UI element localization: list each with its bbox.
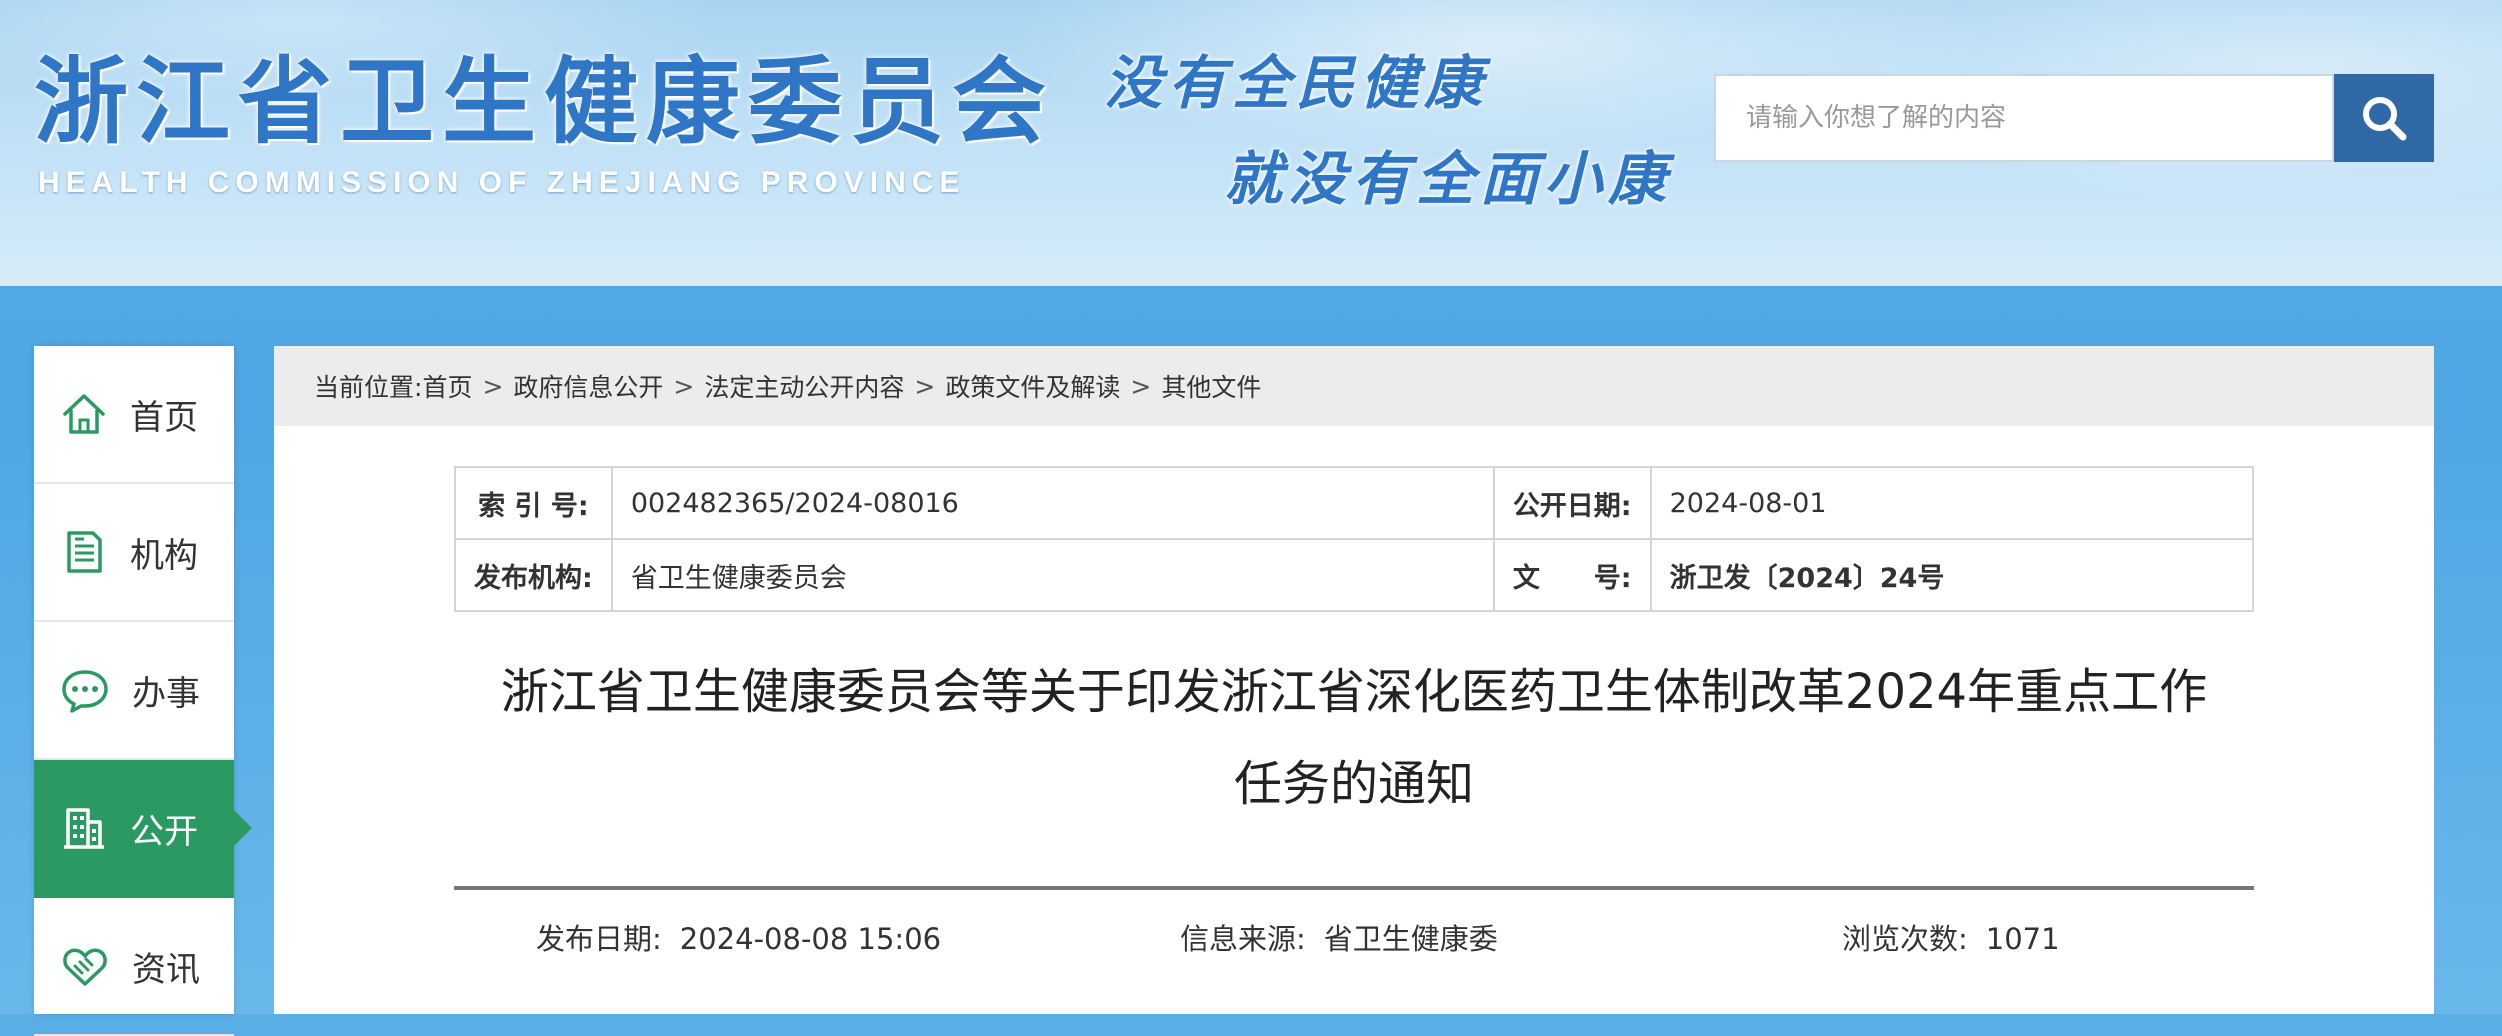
title-divider [454,886,2254,890]
sidebar-item-news[interactable]: 资讯 [34,898,234,1036]
search-box [1714,74,2334,162]
handshake-icon [63,948,107,986]
publish-date-info-label: 发布日期: [536,922,662,956]
publish-info: 发布日期: 2024-08-08 15:06 [536,916,941,958]
breadcrumb-item-home[interactable]: 首页 [422,368,472,404]
source-info: 信息来源: 省卫生健康委 [1180,916,1498,958]
search-input[interactable] [1716,76,2332,160]
breadcrumb-separator: > [1130,371,1152,401]
slogan-line-2: 就没有全面小康 [1224,145,1673,213]
index-number-label: 索 引 号: [454,466,613,540]
index-number-value: 002482365/2024-08016 [610,466,1495,540]
breadcrumb-item-policy[interactable]: 政策文件及解读 [945,368,1120,404]
site-subtitle: HEALTH COMMISSION OF ZHEJIANG PROVINCE [38,166,966,199]
breadcrumb-separator: > [673,371,695,401]
breadcrumb-separator: > [482,371,504,401]
sidebar: 首页 机构 办事 公开 资讯 [34,346,252,1036]
sidebar-item-label: 资讯 [132,949,200,990]
search-button[interactable] [2334,74,2434,162]
source-label: 信息来源: [1180,922,1306,956]
site-header: 浙江省卫生健康委员会 HEALTH COMMISSION OF ZHEJIANG… [0,0,2502,286]
home-icon [63,394,105,434]
main-content: 当前位置: 首页 > 政府信息公开 > 法定主动公开内容 > 政策文件及解读 >… [274,346,2434,1014]
sidebar-item-public[interactable]: 公开 [34,760,252,898]
source-value: 省卫生健康委 [1323,922,1498,956]
meta-row: 发布机构: 省卫生健康委员会 文 号: 浙卫发〔2024〕24号 [454,538,2255,612]
publish-date-value: 2024-08-01 [1649,466,2255,540]
breadcrumb-prefix: 当前位置: [314,373,423,402]
document-title-line-1: 浙江省卫生健康委员会等关于印发浙江省深化医药卫生体制改革2024年重点工作 [500,664,2208,720]
chat-icon [62,670,108,713]
issuing-org-label: 发布机构: [454,538,613,612]
breadcrumb-separator: > [914,371,936,401]
sidebar-item-label: 首页 [130,397,198,438]
views-label: 浏览次数: [1842,922,1968,956]
breadcrumb-item-statutory[interactable]: 法定主动公开内容 [704,368,904,404]
search-icon [2363,97,2407,141]
issuing-org-value: 省卫生健康委员会 [610,538,1495,612]
sidebar-item-label: 机构 [130,535,198,576]
document-title-line-2: 任务的通知 [1233,756,1474,812]
site-title[interactable]: 浙江省卫生健康委员会 [34,26,1054,162]
publish-date-label: 公开日期: [1492,466,1652,540]
breadcrumb-item-gov-info[interactable]: 政府信息公开 [513,368,663,404]
document-number-value: 浙卫发〔2024〕24号 [1649,538,2255,612]
sidebar-item-label: 公开 [130,811,198,852]
document-meta-table: 索 引 号: 002482365/2024-08016 公开日期: 2024-0… [454,466,2255,612]
document-title: 浙江省卫生健康委员会等关于印发浙江省深化医药卫生体制改革2024年重点工作 任务… [454,646,2254,830]
breadcrumb-item-other[interactable]: 其他文件 [1161,368,1261,404]
meta-row: 索 引 号: 002482365/2024-08016 公开日期: 2024-0… [454,466,2255,540]
document-number-label: 文 号: [1492,538,1652,612]
sidebar-item-home[interactable]: 首页 [34,346,234,484]
sidebar-item-services[interactable]: 办事 [34,622,234,760]
sidebar-item-org[interactable]: 机构 [34,484,234,622]
building-icon [64,808,104,849]
document-icon [67,531,102,573]
slogan-line-1: 没有全民健康 [1104,49,1489,117]
views-value: 1071 [1985,922,2060,956]
sidebar-item-label: 办事 [132,673,200,714]
publish-date-info-value: 2024-08-08 15:06 [679,922,942,956]
breadcrumb: 当前位置: 首页 > 政府信息公开 > 法定主动公开内容 > 政策文件及解读 >… [274,346,2434,426]
views-info: 浏览次数: 1071 [1842,916,2060,958]
